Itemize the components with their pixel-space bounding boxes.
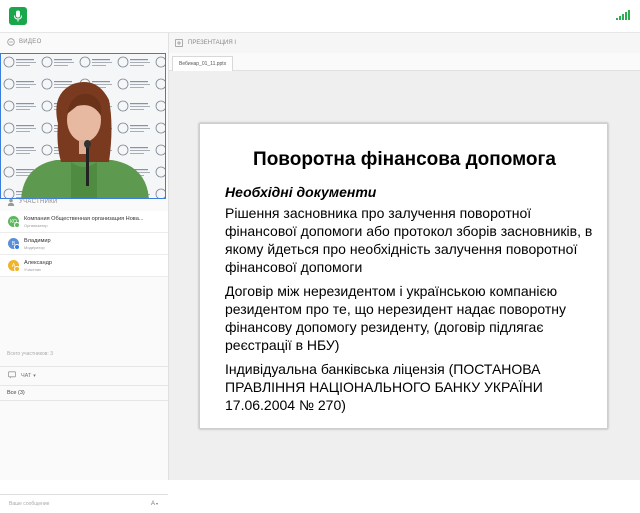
participant-name: Владимир xyxy=(24,237,51,244)
status-dot xyxy=(14,222,20,228)
presentation-title: ПРЕЗЕНТАЦИЯ I xyxy=(188,40,237,46)
presentation-slide: Поворотна фінансова допомога Необхідні д… xyxy=(199,123,608,429)
participants-total: Всего участников: 3 xyxy=(7,351,53,357)
avatar: А xyxy=(8,260,20,272)
video-panel-title: ВИДЕО xyxy=(19,39,42,45)
slide-subtitle: Необхідні документи xyxy=(225,184,377,200)
chat-filter-select[interactable]: Все (3) xyxy=(0,386,168,401)
participants-title: УЧАСТНИКИ xyxy=(19,199,58,205)
participant-name: Компания Общественная организация Нова..… xyxy=(24,215,144,222)
participant-role: Организатор xyxy=(24,222,48,228)
presentation-header[interactable]: ПРЕЗЕНТАЦИЯ I xyxy=(169,33,640,53)
chat-title: ЧАТ xyxy=(21,373,32,379)
status-dot xyxy=(14,244,20,250)
font-size-button[interactable]: A▾ xyxy=(151,501,158,507)
chat-icon xyxy=(8,371,16,381)
signal-bars-icon xyxy=(616,10,630,20)
file-tab[interactable]: Вебинар_01_11.pptx xyxy=(172,56,234,71)
chat-panel: ЧАТ ▾ Все (3) xyxy=(0,366,168,401)
slide-title: Поворотна фінансова допомога xyxy=(253,149,556,170)
presentation-panel: ПРЕЗЕНТАЦИЯ I Вебинар_01_11.pptx Поворот… xyxy=(169,33,640,480)
participant-item[interactable]: В Владимир Модератор xyxy=(0,233,168,255)
expand-icon[interactable] xyxy=(175,39,183,47)
chat-message-input[interactable]: Ваше сообщение A▾ xyxy=(0,494,168,513)
slide-paragraph: Договір між нерезидентом і українською к… xyxy=(225,283,567,353)
collapse-icon[interactable] xyxy=(7,38,15,46)
participant-role: Участник xyxy=(24,266,41,272)
participant-name: Александр xyxy=(24,259,52,266)
left-panel: ВИДЕО УЧАСТНИКИ КО Компания Общественная… xyxy=(0,33,169,513)
microphone-icon[interactable] xyxy=(9,7,27,25)
video-panel-header[interactable]: ВИДЕО xyxy=(0,33,168,51)
chat-tab[interactable]: ЧАТ ▾ xyxy=(0,366,168,386)
slide-body: Необхідні документи Рішення засновника п… xyxy=(225,184,595,420)
slide-paragraph: Рішення засновника про залучення поворот… xyxy=(225,205,593,275)
avatar: КО xyxy=(8,216,20,228)
participants-panel: УЧАСТНИКИ КО Компания Общественная органи… xyxy=(0,193,168,277)
status-dot xyxy=(14,266,20,272)
file-tabs: Вебинар_01_11.pptx xyxy=(169,53,640,71)
participant-item[interactable]: А Александр Участник xyxy=(0,255,168,277)
top-bar xyxy=(0,0,640,33)
slide-paragraph: Індивідуальна банківська ліцензія (ПОСТА… xyxy=(225,361,543,413)
participant-role: Модератор xyxy=(24,244,45,250)
participants-header[interactable]: УЧАСТНИКИ xyxy=(0,193,168,211)
user-icon xyxy=(7,198,15,206)
avatar: В xyxy=(8,238,20,250)
webcam-video xyxy=(0,53,166,199)
chevron-down-icon[interactable]: ▾ xyxy=(33,373,36,379)
chat-input-placeholder: Ваше сообщение xyxy=(9,501,50,507)
participant-item[interactable]: КО Компания Общественная организация Нова… xyxy=(0,211,168,233)
